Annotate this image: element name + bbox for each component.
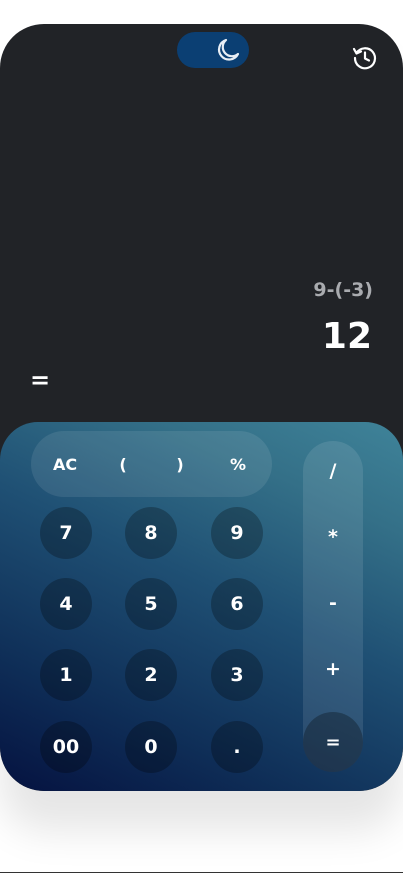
percent-button[interactable]: % <box>213 431 263 497</box>
result-display: 12 <box>321 316 372 357</box>
function-row: AC ( ) % <box>31 431 272 497</box>
divide-button[interactable]: / <box>303 441 363 501</box>
clear-button[interactable]: AC <box>40 431 90 497</box>
double-zero-button[interactable]: 00 <box>40 721 92 773</box>
multiply-button[interactable]: * <box>303 507 363 567</box>
subtract-button[interactable]: - <box>303 573 363 633</box>
keypad: AC ( ) % 7 8 9 4 5 6 1 2 3 00 0 . / * - … <box>0 422 403 791</box>
digit-7-button[interactable]: 7 <box>40 507 92 559</box>
digit-9-button[interactable]: 9 <box>211 507 263 559</box>
digit-4-button[interactable]: 4 <box>40 578 92 630</box>
open-paren-button[interactable]: ( <box>98 431 148 497</box>
digit-6-button[interactable]: 6 <box>211 578 263 630</box>
equals-indicator: = <box>30 366 51 394</box>
digit-1-button[interactable]: 1 <box>40 649 92 701</box>
digit-0-button[interactable]: 0 <box>125 721 177 773</box>
digit-8-button[interactable]: 8 <box>125 507 177 559</box>
close-paren-button[interactable]: ) <box>155 431 205 497</box>
theme-toggle[interactable] <box>177 32 249 68</box>
operator-column: / * - + = <box>303 441 363 772</box>
digit-5-button[interactable]: 5 <box>125 578 177 630</box>
equals-button[interactable]: = <box>303 712 363 772</box>
digit-2-button[interactable]: 2 <box>125 649 177 701</box>
decimal-button[interactable]: . <box>211 721 263 773</box>
digit-3-button[interactable]: 3 <box>211 649 263 701</box>
expression-display: 9-(-3) <box>313 279 373 301</box>
add-button[interactable]: + <box>303 639 363 699</box>
history-icon[interactable] <box>351 44 379 72</box>
moon-icon <box>217 38 240 61</box>
calculator-app: 9-(-3) 12 = AC ( ) % 7 8 9 4 5 6 1 2 3 0… <box>0 24 403 791</box>
